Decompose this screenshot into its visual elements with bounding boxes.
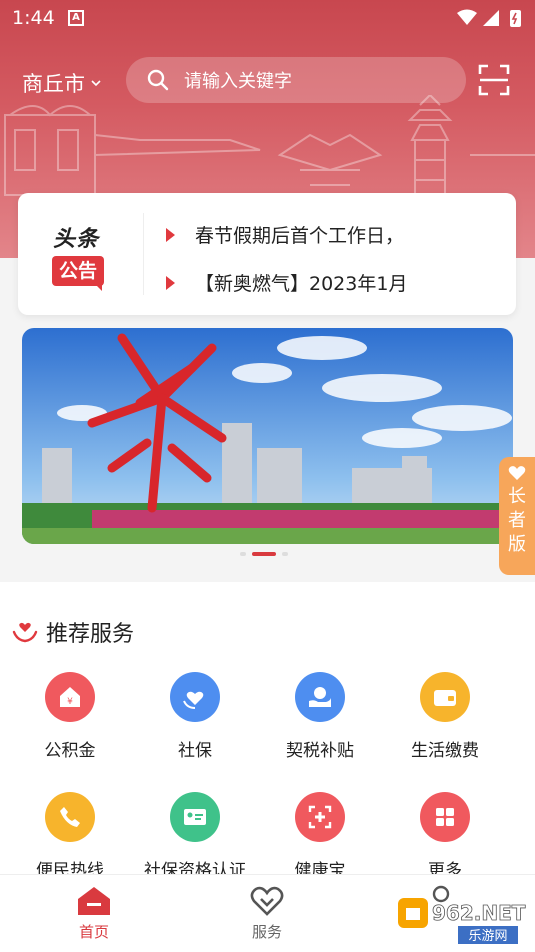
tab-label: 服务 xyxy=(251,923,282,941)
carousel-dot[interactable] xyxy=(282,552,288,556)
notice-item-text: 春节假期后首个工作日， xyxy=(195,225,405,247)
house-yen-icon: ¥ xyxy=(45,672,95,722)
banner-image[interactable] xyxy=(22,328,513,544)
service-housing-fund[interactable]: ¥ 公积金 xyxy=(10,672,130,761)
elder-mode-char: 者 xyxy=(508,510,526,531)
search-placeholder: 请输入关键字 xyxy=(184,71,292,92)
carousel-dots xyxy=(240,552,288,556)
carousel-dot[interactable] xyxy=(240,552,246,556)
service-more[interactable]: 更多 xyxy=(385,792,505,881)
notice-divider xyxy=(143,213,144,295)
notice-logo-badge: 公告 xyxy=(52,256,104,286)
recommended-services: 推荐服务 ¥ 公积金 社保 契税补贴 生活缴费 便民热线 社保资格认证 健康宝 … xyxy=(0,582,535,881)
health-scan-icon xyxy=(295,792,345,842)
notice-item[interactable]: 【新奥燃气】2023年1月 xyxy=(166,269,407,296)
triangle-bullet-icon xyxy=(166,275,175,290)
home-icon xyxy=(78,887,110,915)
elder-mode-button[interactable]: 长 者 版 xyxy=(499,457,535,575)
status-time: 1:44 xyxy=(12,7,55,29)
wallet-icon xyxy=(420,672,470,722)
service-label: 契税补贴 xyxy=(286,741,354,761)
notice-item-text: 【新奥燃气】2023年1月 xyxy=(195,273,408,295)
elder-mode-char: 长 xyxy=(508,486,526,507)
city-label: 商丘市 xyxy=(22,72,85,96)
services-title: 推荐服务 xyxy=(46,622,135,647)
signal-battery-icon xyxy=(457,9,521,27)
service-label: 公积金 xyxy=(44,741,96,761)
search-icon xyxy=(147,69,169,91)
headline-notice-card[interactable]: 头条 公告 春节假期后首个工作日， 【新奥燃气】2023年1月 xyxy=(18,193,516,315)
id-card-icon xyxy=(170,792,220,842)
section-title: 推荐服务 xyxy=(12,616,134,648)
scan-icon[interactable] xyxy=(478,64,510,96)
grid-icon xyxy=(420,792,470,842)
service-label: 生活缴费 xyxy=(411,741,479,761)
service-label: 社保 xyxy=(178,741,212,761)
heart-outline-icon xyxy=(250,886,284,916)
phone-icon xyxy=(45,792,95,842)
tab-services[interactable]: 服务 xyxy=(227,885,307,942)
headline-logo-text: 头条 xyxy=(53,227,100,252)
status-bar: 1:44 A xyxy=(0,0,535,36)
search-bar[interactable]: 请输入关键字 xyxy=(126,57,466,103)
watermark-text: 962.NET xyxy=(432,901,526,925)
service-utility-payment[interactable]: 生活缴费 xyxy=(385,672,505,761)
notice-item[interactable]: 春节假期后首个工作日， xyxy=(166,221,404,248)
heart-icon xyxy=(508,466,526,480)
service-qualification-cert[interactable]: 社保资格认证 xyxy=(135,792,255,881)
service-hotline[interactable]: 便民热线 xyxy=(10,792,130,881)
hand-coin-icon xyxy=(295,672,345,722)
triangle-bullet-icon xyxy=(166,227,175,242)
city-selector[interactable]: 商丘市 xyxy=(22,68,101,98)
service-deed-tax-subsidy[interactable]: 契税补贴 xyxy=(260,672,380,761)
elder-mode-char: 版 xyxy=(508,534,526,555)
notice-logo-tail xyxy=(94,283,102,291)
watermark-sub: 乐游网 xyxy=(468,929,507,944)
service-social-security[interactable]: 社保 xyxy=(135,672,255,761)
service-health-code[interactable]: 健康宝 xyxy=(260,792,380,881)
carousel-dot-active[interactable] xyxy=(252,552,276,556)
svg-text:¥: ¥ xyxy=(67,697,73,707)
shield-heart-icon xyxy=(170,672,220,722)
tab-label: 首页 xyxy=(78,923,109,941)
chevron-down-icon xyxy=(91,80,101,87)
tab-home[interactable]: 首页 xyxy=(54,885,134,942)
notification-icon: A xyxy=(68,10,84,26)
hand-heart-icon xyxy=(12,622,38,643)
site-watermark-logo: 962.NET 乐游网 xyxy=(398,898,526,944)
